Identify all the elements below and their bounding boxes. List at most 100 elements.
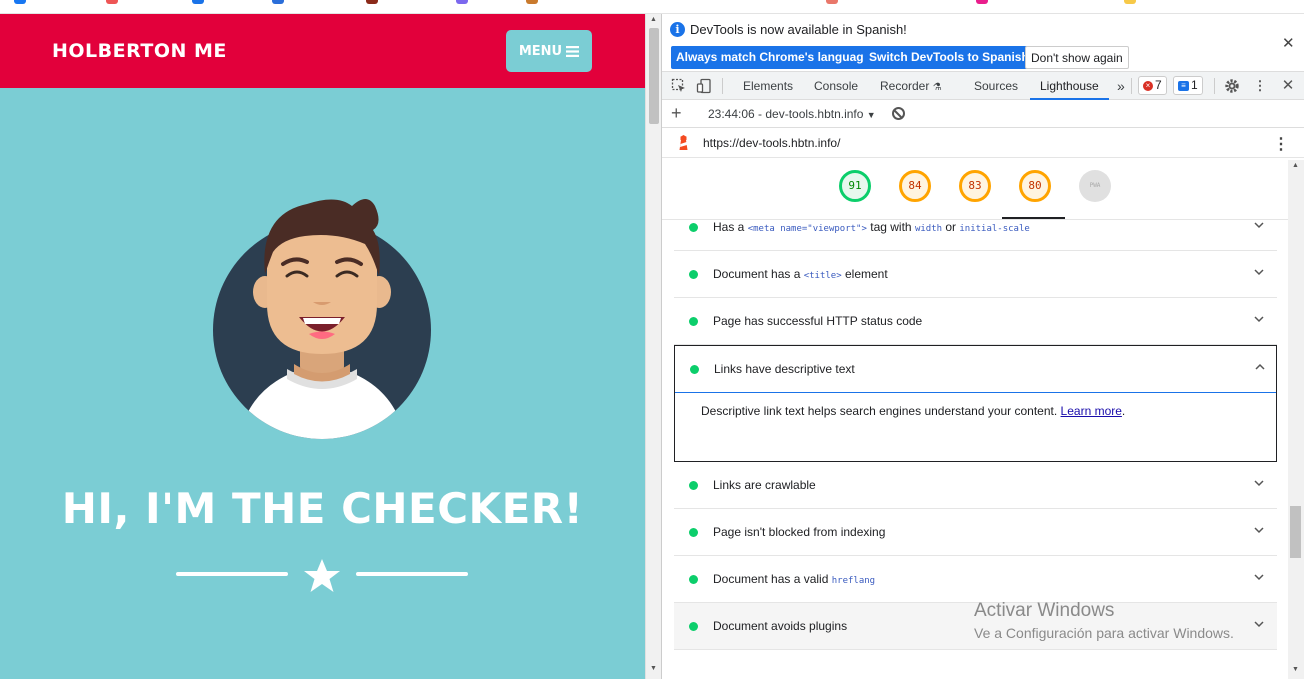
pass-indicator [689, 317, 698, 326]
report-menu-icon[interactable]: ⋮ [1273, 134, 1289, 154]
scroll-down-icon[interactable]: ▼ [1292, 666, 1299, 673]
pwa-badge[interactable]: PWA [1079, 170, 1111, 202]
windows-activation-watermark: Activar Windows Ve a Configuración para … [974, 600, 1234, 641]
pass-indicator [689, 481, 698, 490]
device-toolbar-icon[interactable] [696, 78, 712, 94]
toolbar-separator [722, 78, 723, 94]
chevron-down-icon [1254, 574, 1264, 581]
chevron-down-icon [1254, 480, 1264, 487]
seo-score-gauge[interactable]: 80 [1019, 170, 1051, 202]
audit-viewport[interactable]: Has a <meta name="viewport"> tag with wi… [674, 220, 1277, 251]
devtools-scrollbar[interactable]: ▲ ▼ [1288, 160, 1304, 679]
audit-document-title[interactable]: Document has a <title> element [674, 251, 1277, 298]
brand-logo[interactable]: HOLBERTON ME [52, 40, 227, 62]
dropdown-arrow-icon: ▼ [866, 110, 876, 120]
scroll-up-icon[interactable]: ▲ [1292, 162, 1299, 169]
tab-recorder-label: Recorder [880, 79, 930, 93]
audit-title: Document avoids plugins [713, 619, 848, 633]
bookmarks-bar [0, 0, 1304, 14]
tab-console[interactable]: Console [814, 72, 858, 100]
report-selector[interactable]: 23:44:06 - dev-tools.hbtn.info ▼ [708, 107, 876, 121]
page-scrollbar[interactable]: ▲ ▼ [645, 14, 661, 679]
pass-indicator [689, 528, 698, 537]
devtools-tabbar: Elements Console Recorder ⚗ Sources Ligh… [662, 72, 1304, 100]
scroll-down-icon[interactable]: ▼ [650, 665, 657, 672]
hero-title: HI, I'M THE CHECKER! [61, 484, 584, 533]
close-icon[interactable]: ✕ [1282, 34, 1295, 52]
clear-icon[interactable] [892, 107, 905, 120]
more-tabs-icon[interactable]: » [1117, 72, 1125, 100]
message-icon: ≡ [1178, 80, 1189, 91]
inspect-element-icon[interactable] [671, 78, 687, 94]
watermark-title: Activar Windows [974, 600, 1115, 621]
more-options-icon[interactable]: ⋮ [1252, 78, 1268, 94]
audit-title: Links are crawlable [713, 478, 816, 492]
language-infobar: i DevTools is now available in Spanish! … [662, 14, 1304, 72]
audit-header[interactable]: Links have descriptive text [675, 346, 1276, 393]
chevron-down-icon [1254, 269, 1264, 276]
close-devtools-icon[interactable]: ✕ [1280, 78, 1296, 94]
tab-elements[interactable]: Elements [743, 72, 793, 100]
messages-badge[interactable]: ≡ 1 [1173, 76, 1203, 95]
page-scroll-thumb[interactable] [649, 28, 659, 124]
performance-score-gauge[interactable]: 91 [839, 170, 871, 202]
divider-line-left [176, 572, 288, 576]
audit-description: Descriptive link text helps search engin… [701, 404, 1126, 418]
info-icon: i [670, 22, 685, 37]
error-count: 7 [1155, 78, 1162, 92]
avatar-illustration [213, 199, 431, 439]
screen: HOLBERTON ME MENU HI, I'M THE CHECKER! ▲… [0, 0, 1304, 679]
errors-badge[interactable]: × 7 [1138, 76, 1167, 95]
watermark-subtitle: Ve a Configuración para activar Windows. [974, 625, 1234, 641]
audit-indexing[interactable]: Page isn't blocked from indexing [674, 509, 1277, 556]
message-count: 1 [1191, 78, 1198, 92]
chevron-down-icon [1254, 222, 1264, 229]
audit-hreflang[interactable]: Document has a valid hreflang [674, 556, 1277, 603]
always-match-language-button[interactable]: Always match Chrome's language [671, 46, 876, 69]
accessibility-score-gauge[interactable]: 84 [899, 170, 931, 202]
star-icon [304, 559, 340, 592]
pass-indicator [689, 622, 698, 631]
report-url: https://dev-tools.hbtn.info/ [703, 136, 841, 150]
report-url-bar: https://dev-tools.hbtn.info/ ⋮ [662, 128, 1304, 158]
menu-button[interactable]: MENU [506, 30, 592, 72]
gear-icon[interactable] [1224, 78, 1240, 94]
audit-title: Links have descriptive text [714, 362, 855, 376]
infobar-message: DevTools is now available in Spanish! [690, 22, 907, 37]
devtools-scroll-thumb[interactable] [1290, 506, 1301, 558]
lighthouse-toolbar: + 23:44:06 - dev-tools.hbtn.info ▼ [662, 100, 1304, 128]
audit-title: Page isn't blocked from indexing [713, 525, 886, 539]
experiment-flask-icon: ⚗ [932, 82, 942, 93]
audit-title: Document has a <title> element [713, 267, 888, 281]
chevron-down-icon [1254, 316, 1264, 323]
hamburger-icon [566, 45, 580, 57]
switch-to-spanish-button[interactable]: Switch DevTools to Spanish [864, 46, 1034, 69]
error-icon: × [1143, 80, 1153, 91]
toolbar-separator [1131, 78, 1132, 94]
chevron-down-icon [1254, 527, 1264, 534]
menu-label: MENU [518, 43, 563, 59]
pass-indicator [689, 223, 698, 232]
chevron-down-icon [1254, 621, 1264, 628]
scroll-up-icon[interactable]: ▲ [650, 16, 657, 23]
devtools-panel: i DevTools is now available in Spanish! … [661, 14, 1304, 679]
tab-recorder[interactable]: Recorder ⚗ [880, 72, 942, 100]
audit-crawlable-links[interactable]: Links are crawlable [674, 462, 1277, 509]
active-score-indicator [1002, 217, 1065, 219]
report-label: 23:44:06 - dev-tools.hbtn.info [708, 107, 864, 121]
score-gauges: 91 84 83 80 PWA [662, 158, 1288, 220]
new-report-icon[interactable]: + [671, 103, 682, 124]
audit-http-status[interactable]: Page has successful HTTP status code [674, 298, 1277, 345]
dont-show-again-button[interactable]: Don't show again [1025, 46, 1129, 69]
best-practices-score-gauge[interactable]: 83 [959, 170, 991, 202]
tab-sources[interactable]: Sources [974, 72, 1018, 100]
toolbar-separator [1214, 78, 1215, 94]
audit-link-text[interactable]: Links have descriptive text Descriptive … [674, 345, 1277, 462]
audit-title: Document has a valid hreflang [713, 572, 876, 586]
tab-lighthouse[interactable]: Lighthouse [1030, 72, 1109, 100]
learn-more-link[interactable]: Learn more [1061, 404, 1122, 418]
divider-line-right [356, 572, 468, 576]
pass-indicator [689, 270, 698, 279]
web-page: HOLBERTON ME MENU HI, I'M THE CHECKER! [0, 14, 645, 679]
navbar: HOLBERTON ME MENU [0, 14, 645, 88]
